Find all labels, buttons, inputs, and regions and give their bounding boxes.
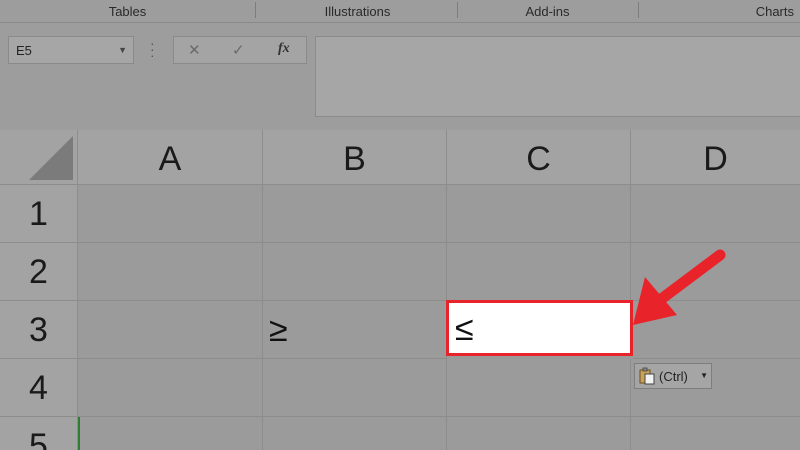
cell-d1[interactable] [631,185,800,243]
cell-b2[interactable] [263,243,447,301]
cell-a4[interactable] [78,359,263,417]
ribbon-separator [255,2,256,18]
name-box[interactable]: E5 ▼ [8,36,134,64]
cell-b5[interactable] [263,417,447,450]
ribbon-separator [457,2,458,18]
name-box-value: E5 [16,43,32,58]
insert-function-button[interactable]: fx [278,41,290,57]
formula-bar-area: E5 ▼ · · · ✕ ✓ fx [0,23,800,130]
row-header-4[interactable]: 4 [0,359,78,417]
cell-a5[interactable] [78,417,263,450]
cell-b4[interactable] [263,359,447,417]
column-header-d[interactable]: D [631,130,800,185]
row-header-3[interactable]: 3 [0,301,78,359]
column-header-a[interactable]: A [78,130,263,185]
cell-b3[interactable]: ≥ [263,301,447,359]
select-all-button[interactable] [0,130,78,185]
formula-bar-resize-handle[interactable]: · · · [150,36,155,62]
cancel-icon[interactable]: ✕ [188,41,201,59]
row-header-2[interactable]: 2 [0,243,78,301]
cell-c3-highlighted[interactable]: ≤ [446,300,633,356]
paste-options-label: (Ctrl) [659,369,688,384]
ribbon-group-labels: Tables Illustrations Add-ins Charts [0,0,800,23]
formula-input[interactable] [315,36,800,117]
ribbon-group-tables: Tables [108,4,147,19]
cell-b1[interactable] [263,185,447,243]
cell-a2[interactable] [78,243,263,301]
cell-d5[interactable] [631,417,800,450]
chevron-down-icon: ▼ [700,371,708,380]
cell-c1[interactable] [447,185,631,243]
cell-a1[interactable] [78,185,263,243]
row-header-1[interactable]: 1 [0,185,78,243]
formula-controls: ✕ ✓ fx [173,36,307,64]
column-header-b[interactable]: B [263,130,447,185]
row-header-5[interactable]: 5 [0,417,78,450]
column-header-c[interactable]: C [447,130,631,185]
chevron-down-icon[interactable]: ▼ [118,45,127,55]
ribbon-separator [638,2,639,18]
ribbon-group-charts: Charts [755,4,794,19]
enter-check-icon[interactable]: ✓ [232,41,245,59]
clipboard-icon [639,367,655,385]
select-all-triangle-icon [29,136,73,180]
ribbon-group-add-ins: Add-ins [525,4,570,19]
red-arrow-annotation [633,249,726,325]
ribbon-group-illustrations: Illustrations [324,4,391,19]
paste-options-button[interactable]: (Ctrl) ▼ [634,363,712,389]
cell-c2[interactable] [447,243,631,301]
cell-a3[interactable] [78,301,263,359]
cell-c5[interactable] [447,417,631,450]
cell-c4[interactable] [447,359,631,417]
